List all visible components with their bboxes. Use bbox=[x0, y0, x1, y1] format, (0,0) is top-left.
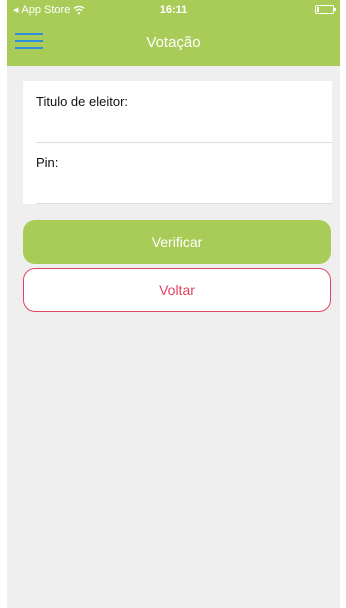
verify-button[interactable]: Verificar bbox=[23, 220, 331, 264]
app-screen: ◀ App Store 16:11 Votação Titulo de elei… bbox=[7, 0, 340, 608]
page-title: Votação bbox=[146, 34, 201, 51]
voter-id-input[interactable] bbox=[36, 113, 332, 137]
pin-input[interactable] bbox=[36, 174, 332, 198]
voter-id-row: Titulo de eleitor: bbox=[23, 81, 332, 143]
back-button[interactable]: Voltar bbox=[23, 268, 331, 312]
voter-id-label: Titulo de eleitor: bbox=[36, 94, 129, 109]
battery-icon bbox=[315, 5, 336, 14]
status-time: 16:11 bbox=[159, 4, 188, 16]
login-form: Titulo de eleitor: Pin: bbox=[23, 81, 332, 204]
field-divider bbox=[36, 203, 332, 204]
pin-row: Pin: bbox=[23, 142, 332, 204]
status-bar: ◀ App Store 16:11 bbox=[7, 0, 340, 20]
pin-label: Pin: bbox=[36, 155, 59, 170]
nav-bar: Votação bbox=[7, 20, 340, 66]
